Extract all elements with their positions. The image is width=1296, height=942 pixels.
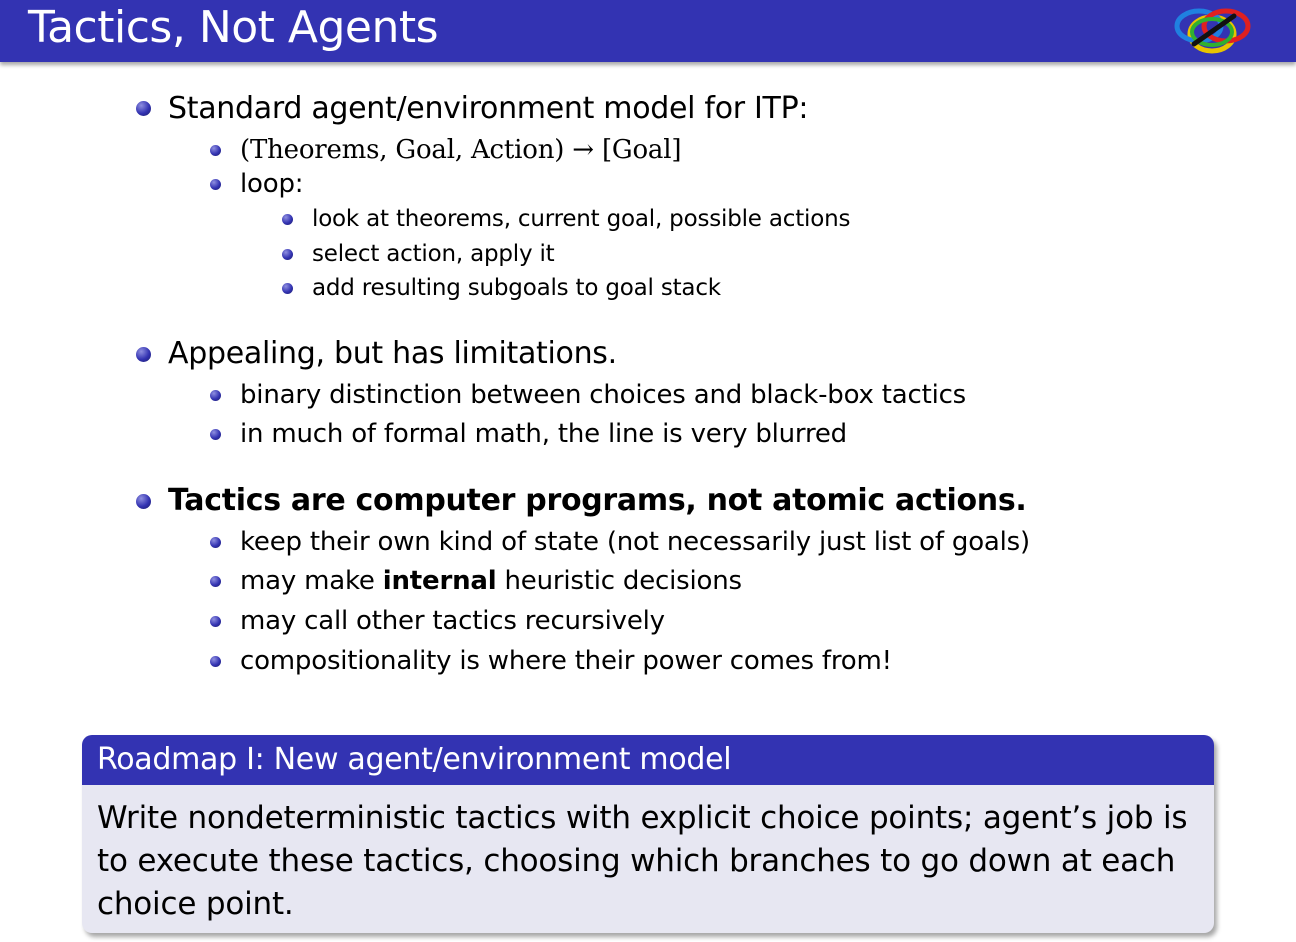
section-3-item-3: may call other tactics recursively: [240, 606, 665, 636]
slide-header: Tactics, Not Agents: [0, 0, 1296, 62]
roadmap-line-3: choice point.: [97, 886, 294, 922]
section-3-item-4: compositionality is where their power co…: [240, 646, 892, 676]
roadmap-line-1: Write nondeterministic tactics with expl…: [97, 800, 1188, 836]
bullet-icon: [136, 494, 151, 509]
section-3-heading: Tactics are computer programs, not atomi…: [168, 483, 1027, 518]
tangled-rings-logo-icon: [1174, 8, 1251, 54]
bullet-icon: [282, 249, 293, 260]
item-text-before: may make: [240, 566, 383, 596]
item-text-bold: internal: [382, 566, 497, 596]
bullet-icon: [136, 101, 151, 116]
bullet-icon: [210, 616, 221, 627]
section-1-heading: Standard agent/environment model for ITP…: [168, 91, 809, 126]
bullet-icon: [210, 179, 221, 190]
loop-step-3: add resulting subgoals to goal stack: [312, 275, 721, 301]
bullet-icon: [210, 537, 221, 548]
roadmap-body: Write nondeterministic tactics with expl…: [82, 785, 1214, 926]
roadmap-block: Roadmap I: New agent/environment model W…: [82, 735, 1214, 933]
bullet-icon: [282, 283, 293, 294]
bullet-icon: [210, 576, 221, 587]
item-text-after: heuristic decisions: [496, 566, 743, 596]
loop-step-2: select action, apply it: [312, 241, 555, 267]
bullet-icon: [210, 390, 221, 401]
section-1-item-loop: loop:: [240, 169, 304, 199]
roadmap-line-2: to execute these tactics, choosing which…: [97, 843, 1176, 879]
bullet-icon: [282, 214, 293, 225]
bullet-icon: [210, 429, 221, 440]
section-3-item-1: keep their own kind of state (not necess…: [240, 527, 1030, 557]
section-2-item-1: binary distinction between choices and b…: [240, 380, 967, 410]
bullet-icon: [136, 347, 151, 362]
roadmap-title: Roadmap I: New agent/environment model: [82, 735, 1214, 785]
bullet-icon: [210, 656, 221, 667]
section-1-item-signature: (Theorems, Goal, Action) → [Goal]: [240, 135, 682, 165]
section-3-item-2: may make internal heuristic decisions: [240, 565, 742, 597]
loop-step-1: look at theorems, current goal, possible…: [312, 206, 851, 232]
slide-title: Tactics, Not Agents: [28, 2, 439, 53]
bullet-icon: [210, 145, 221, 156]
section-2-item-2: in much of formal math, the line is very…: [240, 419, 847, 449]
section-2-heading: Appealing, but has limitations.: [168, 336, 617, 371]
